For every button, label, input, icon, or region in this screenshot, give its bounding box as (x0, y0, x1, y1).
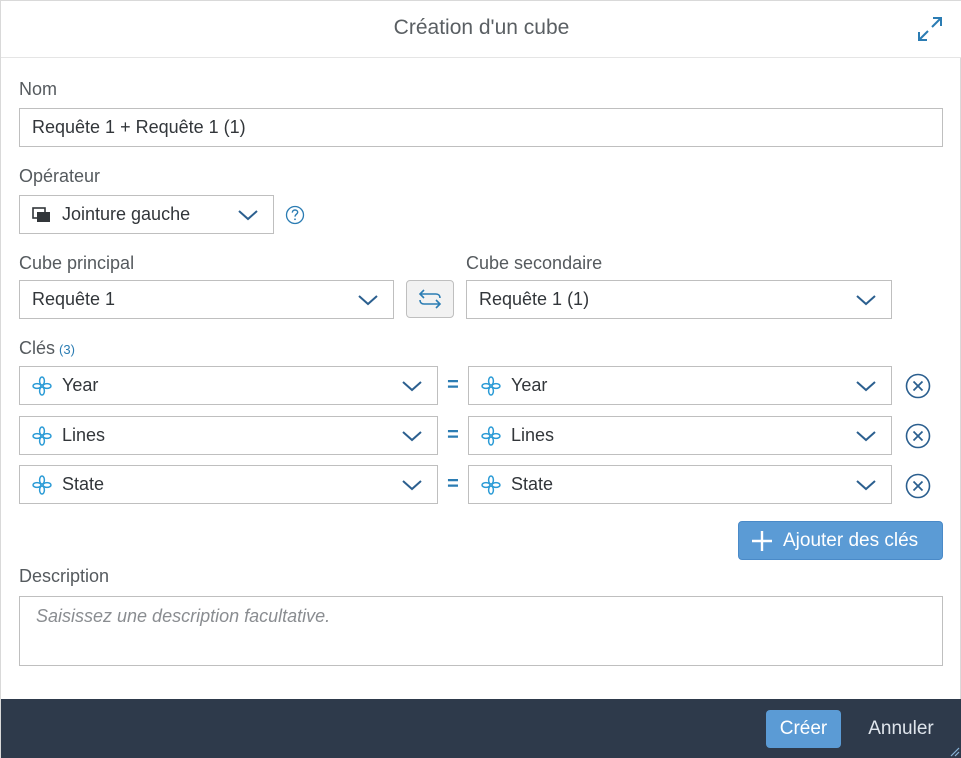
keys-label: Clés (3) (19, 338, 75, 359)
dimension-icon (481, 425, 501, 446)
key-left-value: State (62, 474, 105, 494)
create-cube-dialog: Création d'un cube Nom Requête 1 + Requê… (0, 0, 961, 758)
key-right-value: Year (511, 375, 548, 395)
equals-sign: = (447, 473, 459, 495)
dialog-footer: Créer Annuler (1, 699, 961, 758)
chevron-down-icon (856, 294, 876, 305)
cancel-button[interactable]: Annuler (854, 710, 948, 748)
key-left-select[interactable]: Year (19, 366, 438, 405)
dialog-title: Création d'un cube (393, 16, 570, 39)
chevron-down-icon (402, 430, 422, 441)
left-join-icon (32, 206, 50, 222)
add-keys-label: Ajouter des clés (783, 529, 919, 551)
description-textarea[interactable]: Saisissez une description facultative. (19, 596, 943, 666)
swap-icon (418, 289, 442, 309)
operator-select[interactable]: Jointure gauche (19, 195, 274, 234)
main-cube-value: Requête 1 (32, 289, 116, 309)
remove-key-icon[interactable] (905, 373, 931, 399)
keys-count: (3) (59, 342, 75, 357)
chevron-down-icon (238, 209, 258, 220)
remove-key-icon[interactable] (905, 473, 931, 499)
main-cube-select[interactable]: Requête 1 (19, 280, 394, 319)
help-icon[interactable] (285, 205, 305, 225)
main-cube-label: Cube principal (19, 253, 135, 273)
key-left-value: Year (62, 375, 99, 395)
secondary-cube-select[interactable]: Requête 1 (1) (466, 280, 892, 319)
description-placeholder: Saisissez une description facultative. (36, 606, 331, 626)
chevron-down-icon (856, 380, 876, 391)
key-left-select[interactable]: Lines (19, 416, 438, 455)
key-right-select[interactable]: State (468, 465, 892, 504)
swap-cubes-button[interactable] (406, 280, 454, 318)
chevron-down-icon (402, 380, 422, 391)
add-keys-button[interactable]: Ajouter des clés (738, 521, 943, 560)
key-right-select[interactable]: Year (468, 366, 892, 405)
keys-label-text: Clés (19, 338, 56, 358)
key-left-select[interactable]: State (19, 465, 438, 504)
name-input[interactable]: Requête 1 + Requête 1 (1) (19, 108, 943, 147)
resize-grip-icon[interactable] (948, 745, 960, 757)
equals-sign: = (447, 374, 459, 396)
dialog-header: Création d'un cube (1, 1, 961, 58)
create-button[interactable]: Créer (766, 710, 841, 748)
operator-value: Jointure gauche (62, 204, 191, 224)
maximize-icon[interactable] (916, 15, 944, 43)
key-left-value: Lines (62, 425, 106, 445)
chevron-down-icon (358, 294, 378, 305)
dimension-icon (32, 474, 52, 495)
operator-label: Opérateur (19, 166, 101, 186)
name-label: Nom (19, 79, 58, 99)
plus-icon (752, 530, 772, 551)
secondary-cube-label: Cube secondaire (466, 253, 603, 273)
key-right-value: Lines (511, 425, 555, 445)
dimension-icon (32, 425, 52, 446)
dimension-icon (481, 375, 501, 396)
name-input-value: Requête 1 + Requête 1 (1) (32, 117, 246, 137)
secondary-cube-value: Requête 1 (1) (479, 289, 590, 309)
chevron-down-icon (402, 479, 422, 490)
dimension-icon (481, 474, 501, 495)
description-label: Description (19, 566, 110, 586)
key-right-select[interactable]: Lines (468, 416, 892, 455)
chevron-down-icon (856, 430, 876, 441)
dimension-icon (32, 375, 52, 396)
remove-key-icon[interactable] (905, 423, 931, 449)
key-right-value: State (511, 474, 554, 494)
equals-sign: = (447, 424, 459, 446)
chevron-down-icon (856, 479, 876, 490)
